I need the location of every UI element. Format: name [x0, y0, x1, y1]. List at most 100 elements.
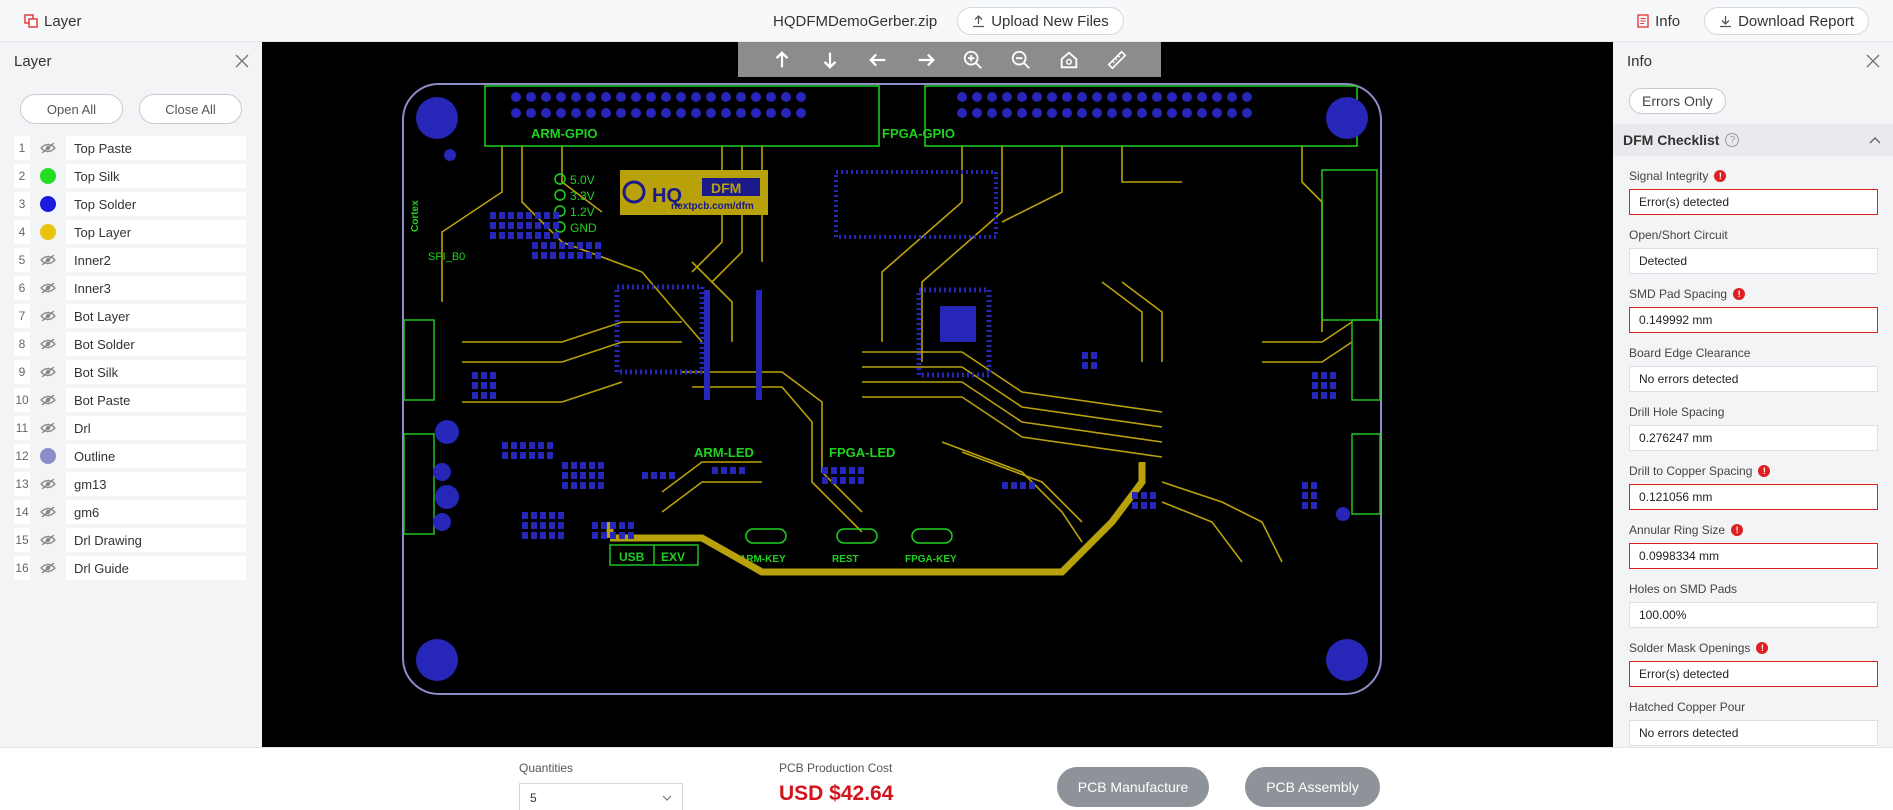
eye-hidden-icon[interactable]: [40, 142, 56, 154]
upload-new-files-button[interactable]: Upload New Files: [957, 7, 1124, 35]
dfm-check-value[interactable]: Error(s) detected: [1629, 189, 1878, 215]
layer-visibility-toggle[interactable]: [30, 470, 66, 498]
zoom-out-icon[interactable]: [1009, 48, 1033, 72]
layer-row[interactable]: 16 Drl Guide: [14, 554, 248, 582]
dfm-check-item[interactable]: Drill to Copper Spacing ! 0.121056 mm: [1629, 463, 1878, 510]
close-icon[interactable]: [1865, 53, 1881, 69]
arrow-right-icon[interactable]: [914, 48, 938, 72]
layer-row[interactable]: 10 Bot Paste: [14, 386, 248, 414]
zoom-in-icon[interactable]: [961, 48, 985, 72]
dfm-check-label: Solder Mask Openings: [1629, 641, 1751, 655]
arrow-left-icon[interactable]: [866, 48, 890, 72]
layer-row[interactable]: 7 Bot Layer: [14, 302, 248, 330]
smd-pad: [472, 382, 478, 389]
layer-color-swatch[interactable]: [40, 224, 56, 240]
connector-pin: [556, 92, 566, 102]
home-icon[interactable]: [1057, 48, 1081, 72]
close-icon[interactable]: [234, 53, 250, 69]
dfm-check-item[interactable]: Annular Ring Size ! 0.0998334 mm: [1629, 522, 1878, 569]
eye-hidden-icon[interactable]: [40, 394, 56, 406]
layer-row[interactable]: 11 Drl: [14, 414, 248, 442]
layer-visibility-toggle[interactable]: [30, 218, 66, 246]
layer-row[interactable]: 3 Top Solder: [14, 190, 248, 218]
eye-hidden-icon[interactable]: [40, 422, 56, 434]
dfm-check-value[interactable]: 100.00%: [1629, 602, 1878, 628]
pcb-manufacture-button[interactable]: PCB Manufacture: [1057, 767, 1209, 807]
layer-visibility-toggle[interactable]: [30, 134, 66, 162]
help-icon[interactable]: ?: [1725, 133, 1740, 147]
layer-row[interactable]: 4 Top Layer: [14, 218, 248, 246]
layer-visibility-toggle[interactable]: [30, 190, 66, 218]
dfm-check-value[interactable]: No errors detected: [1629, 366, 1878, 392]
dfm-check-value[interactable]: 0.276247 mm: [1629, 425, 1878, 451]
ruler-icon[interactable]: [1105, 48, 1129, 72]
chevron-down-icon: [662, 795, 672, 801]
dfm-check-value[interactable]: 0.149992 mm: [1629, 307, 1878, 333]
layer-visibility-toggle[interactable]: [30, 162, 66, 190]
dfm-check-value[interactable]: No errors detected: [1629, 720, 1878, 746]
chevron-up-icon[interactable]: [1869, 136, 1881, 144]
eye-hidden-icon[interactable]: [40, 310, 56, 322]
dfm-check-value[interactable]: Error(s) detected: [1629, 661, 1878, 687]
dfm-check-item[interactable]: Signal Integrity ! Error(s) detected: [1629, 168, 1878, 215]
layer-visibility-toggle[interactable]: [30, 554, 66, 582]
dfm-check-item[interactable]: Holes on SMD Pads 100.00%: [1629, 581, 1878, 628]
eye-hidden-icon[interactable]: [40, 338, 56, 350]
layer-color-swatch[interactable]: [40, 196, 56, 212]
layer-visibility-toggle[interactable]: [30, 498, 66, 526]
eye-hidden-icon[interactable]: [40, 562, 56, 574]
layer-row[interactable]: 8 Bot Solder: [14, 330, 248, 358]
layer-row[interactable]: 13 gm13: [14, 470, 248, 498]
pcb-assembly-button[interactable]: PCB Assembly: [1245, 767, 1380, 807]
dfm-check-value[interactable]: 0.0998334 mm: [1629, 543, 1878, 569]
layer-color-swatch[interactable]: [40, 168, 56, 184]
layer-visibility-toggle[interactable]: [30, 302, 66, 330]
layer-row[interactable]: 5 Inner2: [14, 246, 248, 274]
layer-row[interactable]: 15 Drl Drawing: [14, 526, 248, 554]
download-report-button[interactable]: Download Report: [1704, 7, 1869, 35]
layer-row[interactable]: 9 Bot Silk: [14, 358, 248, 386]
eye-hidden-icon[interactable]: [40, 534, 56, 546]
dfm-check-value[interactable]: Detected: [1629, 248, 1878, 274]
eye-hidden-icon[interactable]: [40, 478, 56, 490]
info-panel-title: Info: [1627, 52, 1653, 70]
layer-tab[interactable]: Layer: [24, 0, 82, 42]
layer-row[interactable]: 12 Outline: [14, 442, 248, 470]
layer-row[interactable]: 14 gm6: [14, 498, 248, 526]
connector-pin: [1062, 108, 1072, 118]
close-all-button[interactable]: Close All: [139, 94, 242, 124]
layer-color-swatch[interactable]: [40, 448, 56, 464]
layer-row[interactable]: 1 Top Paste: [14, 134, 248, 162]
quantity-select[interactable]: 5: [519, 783, 683, 810]
dfm-check-item[interactable]: Board Edge Clearance No errors detected: [1629, 345, 1878, 392]
dfm-check-item[interactable]: Drill Hole Spacing 0.276247 mm: [1629, 404, 1878, 451]
dfm-check-item[interactable]: Hatched Copper Pour No errors detected: [1629, 699, 1878, 746]
layer-visibility-toggle[interactable]: [30, 442, 66, 470]
smd-pad: [522, 512, 528, 519]
dfm-check-item[interactable]: Open/Short Circuit Detected: [1629, 227, 1878, 274]
layer-visibility-toggle[interactable]: [30, 526, 66, 554]
layer-visibility-toggle[interactable]: [30, 246, 66, 274]
dfm-check-value[interactable]: 0.121056 mm: [1629, 484, 1878, 510]
dfm-check-item[interactable]: SMD Pad Spacing ! 0.149992 mm: [1629, 286, 1878, 333]
layer-visibility-toggle[interactable]: [30, 330, 66, 358]
smd-pad: [592, 522, 598, 529]
open-all-button[interactable]: Open All: [20, 94, 123, 124]
eye-hidden-icon[interactable]: [40, 506, 56, 518]
dfm-check-item[interactable]: Solder Mask Openings ! Error(s) detected: [1629, 640, 1878, 687]
gerber-viewer-canvas[interactable]: HQ DFM nextpcb.com/dfm ARM-GPIO FPGA-GPI…: [262, 42, 1613, 747]
layer-visibility-toggle[interactable]: [30, 358, 66, 386]
eye-hidden-icon[interactable]: [40, 366, 56, 378]
errors-only-toggle[interactable]: Errors Only: [1629, 88, 1726, 114]
info-tab[interactable]: Info: [1637, 13, 1680, 30]
layer-visibility-toggle[interactable]: [30, 274, 66, 302]
layer-visibility-toggle[interactable]: [30, 414, 66, 442]
arrow-up-icon[interactable]: [770, 48, 794, 72]
eye-hidden-icon[interactable]: [40, 282, 56, 294]
layer-row[interactable]: 2 Top Silk: [14, 162, 248, 190]
layer-row[interactable]: 6 Inner3: [14, 274, 248, 302]
arrow-down-icon[interactable]: [818, 48, 842, 72]
dfm-checklist-header[interactable]: DFM Checklist ?: [1613, 124, 1893, 156]
eye-hidden-icon[interactable]: [40, 254, 56, 266]
layer-visibility-toggle[interactable]: [30, 386, 66, 414]
